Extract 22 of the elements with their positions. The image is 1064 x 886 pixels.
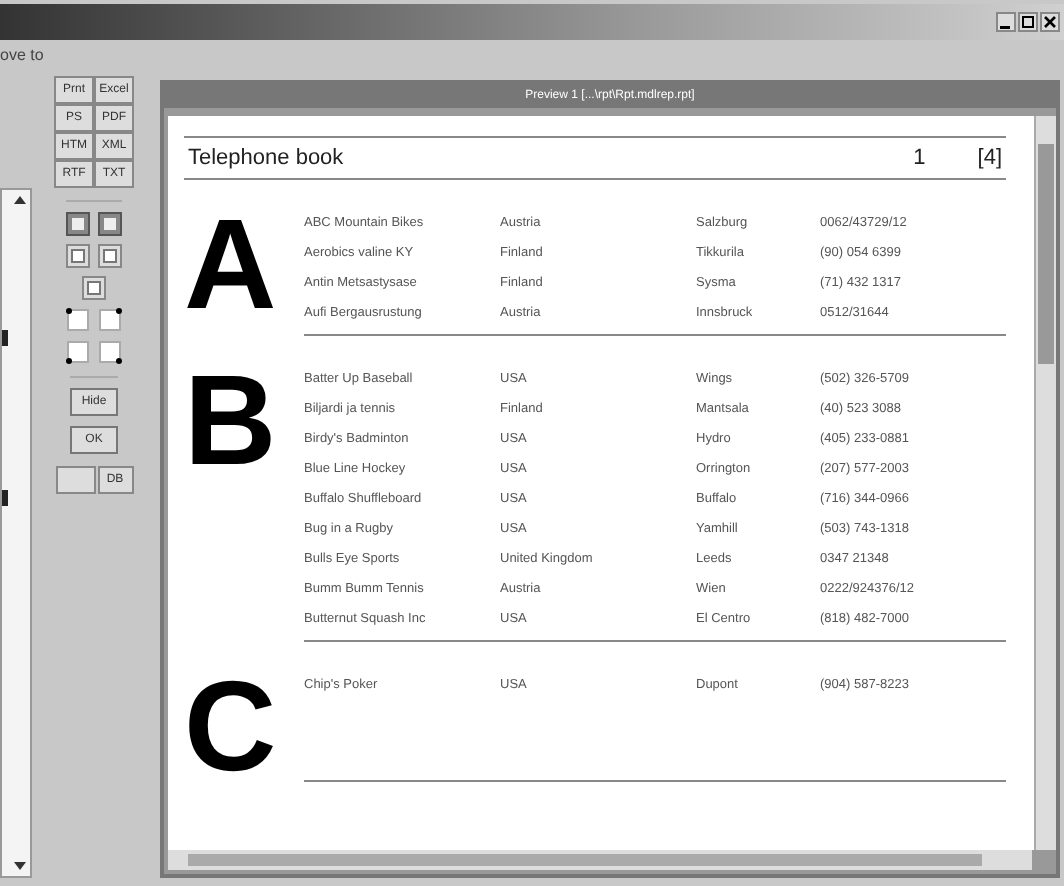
report-title: Telephone book: [188, 146, 346, 170]
vertical-scrollbar[interactable]: [1034, 116, 1056, 850]
group-letter: B: [184, 364, 279, 496]
menu-item[interactable]: ove to: [0, 45, 44, 63]
page-icon[interactable]: [82, 276, 106, 300]
page-icon[interactable]: [66, 244, 90, 268]
scroll-up-icon[interactable]: [12, 192, 28, 208]
maximize-icon[interactable]: [1018, 12, 1038, 32]
corner-icon[interactable]: [98, 308, 122, 332]
group-letter: A: [184, 208, 279, 336]
minimize-icon[interactable]: [996, 12, 1016, 32]
input-field[interactable]: [55, 466, 95, 494]
corner-icon[interactable]: [66, 340, 90, 364]
page-count: [4]: [977, 146, 1002, 170]
group-letter: C: [184, 670, 279, 782]
page-icon[interactable]: [98, 244, 122, 268]
horizontal-scrollbar[interactable]: [168, 850, 1032, 870]
corner-icon[interactable]: [66, 308, 90, 332]
close-icon[interactable]: [1040, 12, 1060, 32]
page-number: 1: [913, 146, 926, 170]
corner-icon[interactable]: [98, 340, 122, 364]
scroll-down-icon[interactable]: [12, 858, 28, 874]
